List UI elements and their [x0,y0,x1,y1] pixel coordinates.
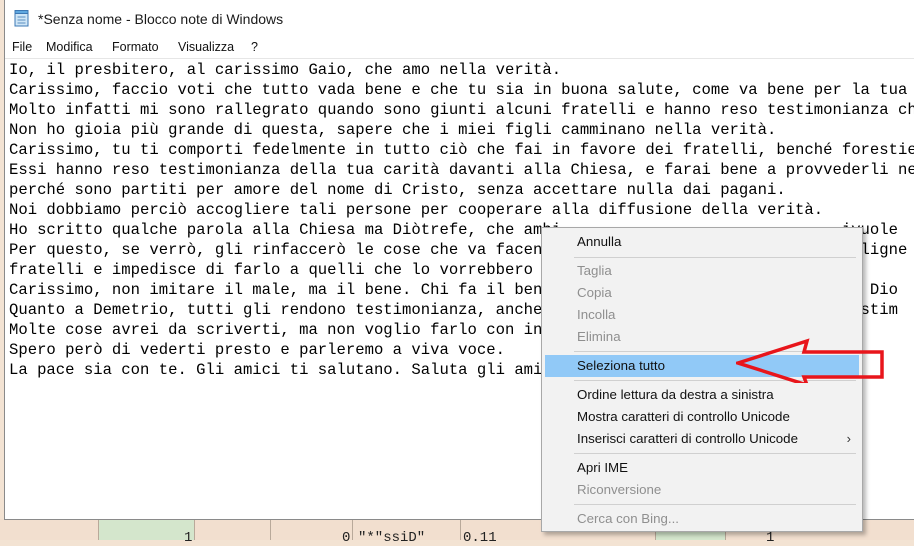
menu-visualizza[interactable]: Visualizza [178,40,234,54]
menu-item-label: Seleziona tutto [577,358,665,373]
text-line: Molto infatti mi sono rallegrato quando … [9,101,914,119]
background-text: 1 [766,530,775,546]
text-line: Molte cose avrei da scriverti, ma non vo… [9,321,571,339]
menu-item-label: Riconversione [577,482,662,497]
menu-item-annulla[interactable]: Annulla [545,231,859,253]
notepad-icon [14,10,29,27]
menu-item-label: Annulla [577,234,622,249]
background-text: "*"ssiD" [358,530,426,546]
menu-item-riconversione[interactable]: Riconversione [545,479,859,501]
text-line: Non ho gioia più grande di questa, saper… [9,121,777,139]
text-line: Essi hanno reso testimonianza della tua … [9,161,914,179]
background-text: 1 [184,530,193,546]
background-cell [194,519,271,540]
menu-item-copia[interactable]: Copia [545,282,859,304]
background-cell [270,519,353,540]
text-line: La pace sia con te. Gli amici ti salutan… [9,361,562,379]
menu-item-label: Elimina [577,329,621,344]
menu-item-label: Copia [577,285,612,300]
menu-item-insert-unicode-control[interactable]: Inserisci caratteri di controllo Unicode… [545,428,859,450]
text-line: fratelli e impedisce di farlo a quelli c… [9,261,552,279]
window-title: *Senza nome - Blocco note di Windows [38,11,284,27]
text-line: Io, il presbitero, al carissimo Gaio, ch… [9,61,562,79]
menu-item-label: Incolla [577,307,616,322]
menu-item-show-unicode-control[interactable]: Mostra caratteri di controllo Unicode [545,406,859,428]
menu-item-taglia[interactable]: Taglia [545,260,859,282]
background-text: 0 [342,530,351,546]
text-line: Carissimo, faccio voti che tutto vada be… [9,81,914,99]
menu-separator [574,257,856,258]
text-line: Carissimo, tu ti comporti fedelmente in … [9,141,914,159]
menu-item-cerca-bing[interactable]: Cerca con Bing... [545,508,859,530]
menu-item-label: Mostra caratteri di controllo Unicode [577,409,790,424]
text-line: perché sono partiti per amore del nome d… [9,181,786,199]
menu-formato[interactable]: Formato [112,40,159,54]
menu-item-rtl-reading-order[interactable]: Ordine lettura da destra a sinistra [545,384,859,406]
text-line: Spero però di vederti presto e parleremo… [9,341,505,359]
chevron-right-icon: › [846,431,851,446]
menu-bar: File Modifica Formato Visualizza ? [5,37,914,59]
menu-separator [574,504,856,505]
menu-item-label: Taglia [577,263,612,278]
menu-item-label: Apri IME [577,460,628,475]
menu-item-label: Inserisci caratteri di controllo Unicode [577,431,798,446]
menu-item-label: Cerca con Bing... [577,511,679,526]
menu-item-apri-ime[interactable]: Apri IME [545,457,859,479]
menu-item-label: Ordine lettura da destra a sinistra [577,387,774,402]
background-text: 0.11 [463,530,497,546]
text-line: Noi dobbiamo perciò accogliere tali pers… [9,201,824,219]
menu-separator [574,453,856,454]
background-cell [98,519,195,540]
menu-modifica[interactable]: Modifica [46,40,93,54]
red-arrow-annotation [736,338,884,383]
menu-help[interactable]: ? [251,40,258,54]
title-bar[interactable]: *Senza nome - Blocco note di Windows [5,0,914,37]
menu-file[interactable]: File [12,40,32,54]
menu-item-incolla[interactable]: Incolla [545,304,859,326]
